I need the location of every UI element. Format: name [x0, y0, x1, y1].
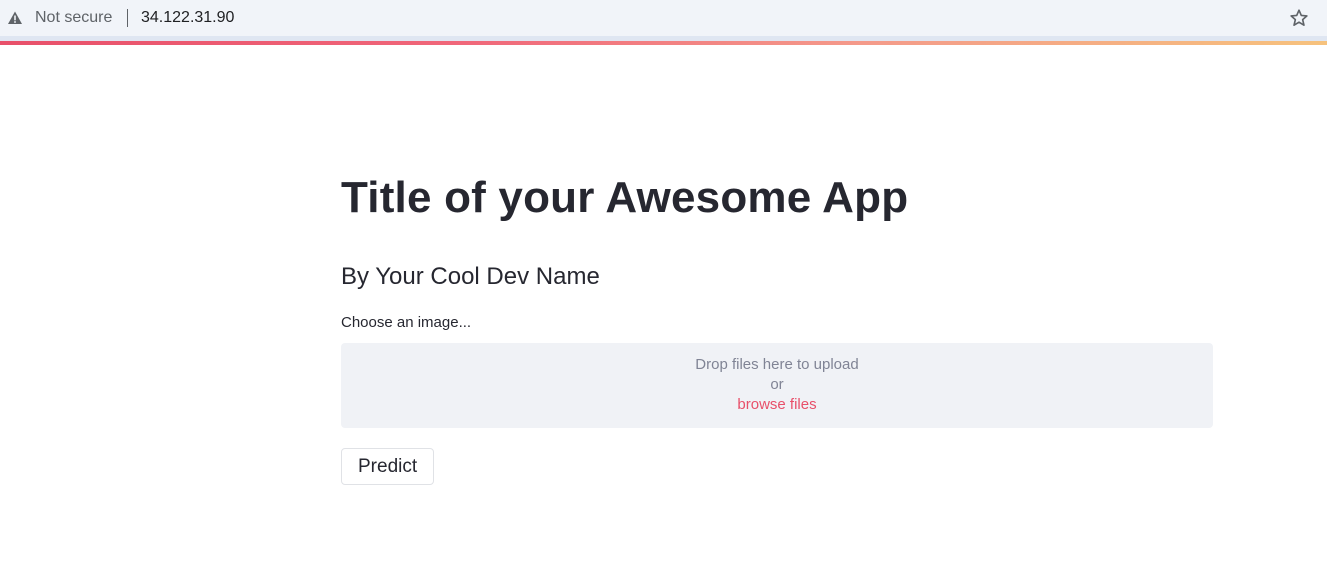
warning-triangle-icon[interactable]: [7, 10, 23, 26]
dropzone-or-text: or: [770, 376, 784, 393]
star-icon[interactable]: [1288, 7, 1310, 29]
page-title: Title of your Awesome App: [341, 173, 909, 222]
dropzone-instructions: Drop files here to upload: [695, 356, 859, 373]
security-status-label[interactable]: Not secure: [35, 8, 112, 28]
url-divider: [127, 9, 128, 27]
app-decoration-bar: [0, 41, 1327, 45]
browser-address-bar: Not secure 34.122.31.90: [0, 0, 1327, 36]
page-subtitle: By Your Cool Dev Name: [341, 263, 600, 290]
url-field[interactable]: 34.122.31.90: [141, 8, 234, 28]
file-dropzone[interactable]: Drop files here to upload or browse file…: [341, 343, 1213, 428]
predict-button[interactable]: Predict: [341, 448, 435, 485]
browse-files-link[interactable]: browse files: [737, 395, 816, 415]
file-uploader-label: Choose an image...: [341, 314, 472, 331]
